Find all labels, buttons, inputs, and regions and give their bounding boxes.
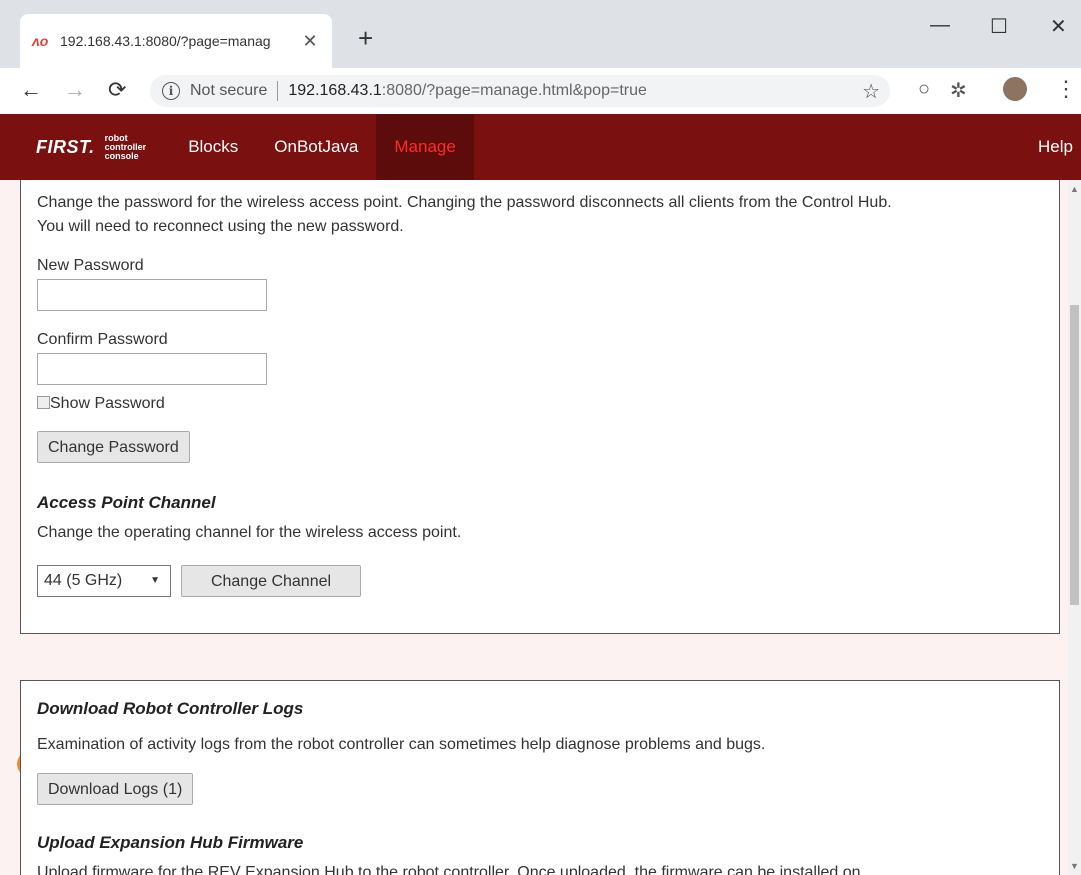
url-host: 192.168.43.1 xyxy=(288,82,382,99)
back-arrow-icon[interactable]: ← xyxy=(20,76,42,104)
password-channel-panel: Change the password for the wireless acc… xyxy=(20,180,1060,634)
scroll-up-icon[interactable]: ▲ xyxy=(1070,184,1079,194)
scrollbar-thumb[interactable] xyxy=(1070,305,1079,605)
show-password-checkbox[interactable] xyxy=(37,396,50,409)
forward-arrow-icon[interactable]: → xyxy=(64,76,86,104)
logs-firmware-panel: Download Robot Controller Logs Examinati… xyxy=(20,680,1060,875)
show-password-label: Show Password xyxy=(50,395,165,412)
password-description-line1: Change the password for the wireless acc… xyxy=(37,194,892,211)
close-window-button[interactable]: ✕ xyxy=(1050,14,1067,39)
nav-onbotjava[interactable]: OnBotJava xyxy=(256,114,376,180)
show-password-row: Show Password xyxy=(37,395,165,413)
url-path: :8080/?page=manage.html&pop=true xyxy=(381,82,647,99)
browser-tabstrip: ʌo 192.168.43.1:8080/?page=manag ✕ + — ☐… xyxy=(0,0,1081,68)
new-tab-button[interactable]: + xyxy=(358,24,373,52)
menu-dots-icon[interactable]: ⋮ xyxy=(1055,76,1077,102)
logo-subtitle: robot controller console xyxy=(104,133,147,161)
download-logs-button[interactable]: Download Logs (1) xyxy=(37,773,194,805)
tab-title: 192.168.43.1:8080/?page=manag xyxy=(60,33,271,49)
confirm-password-label: Confirm Password xyxy=(37,331,168,348)
page-scrollbar[interactable]: ▲ ▼ xyxy=(1068,180,1081,875)
maximize-button[interactable]: ☐ xyxy=(990,14,1008,39)
channel-select[interactable]: 44 (5 GHz) ▼ xyxy=(37,565,171,597)
nav-help[interactable]: Help xyxy=(1038,114,1073,180)
tab-close-icon[interactable]: ✕ xyxy=(300,31,320,52)
password-description-line2: You will need to reconnect using the new… xyxy=(37,218,404,235)
app-navbar: FIRST. robot controller console Blocks O… xyxy=(0,114,1081,180)
firmware-description: Upload firmware for the REV Expansion Hu… xyxy=(37,864,861,875)
channel-description: Change the operating channel for the wir… xyxy=(37,524,462,541)
reload-icon[interactable]: ⟳ xyxy=(108,76,126,104)
logs-description: Examination of activity logs from the ro… xyxy=(37,736,766,753)
logo-sub-line: console xyxy=(104,150,139,161)
browser-toolbar: ← → ⟳ i Not secure 192.168.43.1 :8080/?p… xyxy=(0,68,1081,115)
bookmark-star-icon[interactable]: ☆ xyxy=(862,79,880,104)
nav-blocks[interactable]: Blocks xyxy=(170,114,256,180)
channel-select-value: 44 (5 GHz) xyxy=(44,572,123,589)
change-password-button[interactable]: Change Password xyxy=(37,431,190,463)
channel-heading: Access Point Channel xyxy=(37,493,216,512)
profile-avatar-icon[interactable] xyxy=(1003,77,1027,101)
new-password-label: New Password xyxy=(37,257,144,274)
manage-content: Change the password for the wireless acc… xyxy=(0,180,1068,875)
first-favicon-icon: ʌo xyxy=(32,33,49,49)
first-logo: FIRST. robot controller console xyxy=(36,133,147,161)
security-label: Not secure xyxy=(190,82,268,99)
new-password-field[interactable] xyxy=(37,279,267,311)
scroll-down-icon[interactable]: ▼ xyxy=(1070,861,1079,871)
logo-first-text: FIRST. xyxy=(36,136,95,157)
nav-manage[interactable]: Manage xyxy=(376,114,474,180)
logs-heading: Download Robot Controller Logs xyxy=(37,699,304,718)
browser-tab[interactable]: ʌo 192.168.43.1:8080/?page=manag ✕ xyxy=(20,14,332,68)
firmware-heading: Upload Expansion Hub Firmware xyxy=(37,833,304,852)
change-channel-button[interactable]: Change Channel xyxy=(181,565,361,597)
address-bar[interactable]: i Not secure 192.168.43.1 :8080/?page=ma… xyxy=(150,75,890,107)
extension-puzzle-icon[interactable]: ✲ xyxy=(950,78,967,103)
minimize-button[interactable]: — xyxy=(930,14,950,37)
confirm-password-field[interactable] xyxy=(37,353,267,385)
info-icon[interactable]: i xyxy=(162,82,180,100)
url-divider xyxy=(277,81,279,101)
extension-circle-icon[interactable]: ○ xyxy=(918,78,930,101)
dropdown-caret-icon: ▼ xyxy=(150,575,160,586)
